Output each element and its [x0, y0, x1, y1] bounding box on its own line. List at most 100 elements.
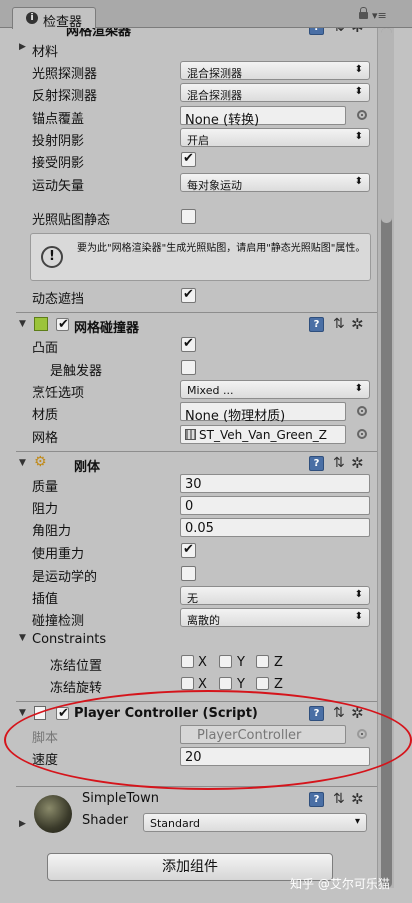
reflection-probes-dropdown[interactable]: 混合探测器 ⬍ — [180, 83, 370, 102]
dynamic-occluded-checkbox[interactable] — [181, 287, 196, 303]
foldout-arrow-icon[interactable]: ▶ — [19, 819, 26, 829]
anchor-override-field[interactable]: None (转换) — [180, 106, 346, 128]
receive-shadows-checkbox[interactable] — [181, 151, 196, 167]
mesh-value: ST_Veh_Van_Green_Z — [199, 428, 328, 442]
angular-drag-label: 角阻力 — [32, 524, 72, 539]
freeze-rotation-row: 冻结旋转 X Y Z — [16, 674, 377, 696]
gear-icon[interactable]: ✲ — [351, 790, 364, 808]
speed-input[interactable]: 20 — [180, 747, 370, 766]
reflection-probes-value: 混合探测器 — [187, 89, 242, 102]
help-icon[interactable]: ? — [309, 706, 324, 721]
is-trigger-checkbox[interactable] — [181, 360, 196, 375]
anchor-override-row: 锚点覆盖 None (转换) — [16, 105, 377, 128]
foldout-arrow-icon: ▼ — [19, 319, 26, 329]
freeze-position-x-checkbox[interactable] — [181, 655, 194, 668]
tab-inspector[interactable]: i 检查器 — [12, 7, 96, 30]
preset-icon[interactable]: ⇅ — [333, 791, 345, 807]
use-gravity-row: 使用重力 — [16, 540, 377, 562]
shader-value: Standard — [150, 817, 201, 830]
cast-shadows-value: 开启 — [187, 134, 209, 147]
scrollbar-track[interactable] — [381, 28, 392, 223]
help-icon[interactable]: ? — [309, 28, 324, 35]
collision-detection-dropdown[interactable]: 离散的 ⬍ — [180, 608, 370, 627]
gear-icon[interactable]: ✲ — [351, 454, 364, 472]
mesh-asset-icon — [185, 429, 196, 440]
motion-vectors-row: 运动矢量 每对象运动 ⬍ — [16, 172, 377, 194]
interpolate-row: 插值 无 ⬍ — [16, 585, 377, 607]
light-probes-dropdown[interactable]: 混合探测器 ⬍ — [180, 61, 370, 80]
script-field: PlayerController — [180, 725, 346, 744]
reflection-probes-label: 反射探测器 — [32, 89, 98, 104]
vertical-scrollbar[interactable] — [377, 28, 394, 888]
script-icon — [34, 706, 46, 720]
constraints-foldout[interactable]: ▼ Constraints — [16, 629, 377, 651]
motion-vectors-dropdown[interactable]: 每对象运动 ⬍ — [180, 173, 370, 192]
dropdown-arrow-icon: ▾ — [354, 816, 360, 827]
preset-icon[interactable]: ⇅ — [333, 316, 345, 332]
gear-icon[interactable]: ✲ — [351, 704, 364, 722]
anchor-override-value: None (转换) — [185, 113, 260, 128]
gear-icon[interactable]: ✲ — [351, 315, 364, 333]
materials-foldout[interactable]: ▶ 材料 — [16, 38, 377, 60]
script-value: PlayerController — [197, 728, 302, 743]
foldout-arrow-icon: ▶ — [19, 42, 26, 52]
physic-material-field[interactable]: None (物理材质) — [180, 402, 346, 424]
script-label: 脚本 — [32, 731, 59, 746]
shader-label: Shader — [82, 813, 129, 828]
light-probes-value: 混合探测器 — [187, 67, 242, 80]
drag-input[interactable]: 0 — [180, 496, 370, 515]
cast-shadows-dropdown[interactable]: 开启 ⬍ — [180, 128, 370, 147]
help-icon[interactable]: ? — [309, 792, 324, 807]
object-picker-icon[interactable] — [357, 429, 367, 439]
preset-icon[interactable]: ⇅ — [333, 28, 345, 35]
mesh-collider-enabled-checkbox[interactable] — [56, 317, 69, 332]
interpolate-dropdown[interactable]: 无 ⬍ — [180, 586, 370, 605]
dynamic-occluded-row: 动态遮挡 — [16, 285, 377, 307]
preset-icon[interactable]: ⇅ — [333, 455, 345, 471]
dropdown-arrows-icon: ⬍ — [354, 383, 363, 394]
drag-label: 阻力 — [32, 502, 59, 517]
axis-x-label: X — [198, 655, 207, 670]
rigidbody-header[interactable]: ▼ ⚙ 刚体 ? ⇅ ✲ — [16, 451, 377, 475]
angular-drag-input[interactable]: 0.05 — [180, 518, 370, 537]
is-kinematic-checkbox[interactable] — [181, 566, 196, 581]
mass-input[interactable]: 30 — [180, 474, 370, 493]
lightmap-static-checkbox[interactable] — [181, 209, 196, 224]
player-controller-header[interactable]: ▼ Player Controller (Script) ? ⇅ ✲ — [16, 701, 377, 725]
dropdown-arrows-icon: ⬍ — [354, 131, 363, 142]
freeze-rotation-x-checkbox[interactable] — [181, 677, 194, 690]
object-picker-icon[interactable] — [357, 406, 367, 416]
light-probes-row: 光照探测器 混合探测器 ⬍ — [16, 60, 377, 82]
use-gravity-checkbox[interactable] — [181, 542, 196, 558]
freeze-position-z-checkbox[interactable] — [256, 655, 269, 668]
panel-menu-icon[interactable]: ▾≡ — [372, 9, 387, 22]
mass-value: 30 — [185, 477, 202, 492]
player-controller-enabled-checkbox[interactable] — [56, 706, 69, 721]
foldout-arrow-icon: ▼ — [19, 708, 26, 718]
motion-vectors-label: 运动矢量 — [32, 179, 85, 194]
freeze-rotation-z-checkbox[interactable] — [256, 677, 269, 690]
lock-icon[interactable] — [359, 7, 368, 19]
convex-checkbox[interactable] — [181, 336, 196, 352]
preset-icon[interactable]: ⇅ — [333, 705, 345, 721]
help-icon[interactable]: ? — [309, 456, 324, 471]
freeze-rotation-y-checkbox[interactable] — [219, 677, 232, 690]
freeze-rotation-label: 冻结旋转 — [50, 681, 103, 696]
mesh-field[interactable]: ST_Veh_Van_Green_Z — [180, 425, 346, 444]
is-kinematic-row: 是运动学的 — [16, 563, 377, 585]
is-trigger-label: 是触发器 — [50, 364, 103, 379]
object-picker-icon — [357, 729, 367, 739]
help-icon[interactable]: ? — [309, 317, 324, 332]
mesh-collider-header[interactable]: ▼ 网格碰撞器 ? ⇅ ✲ — [16, 312, 377, 336]
speed-value: 20 — [185, 750, 202, 765]
object-picker-icon[interactable] — [357, 110, 367, 120]
gear-icon[interactable]: ✲ — [351, 28, 364, 36]
lightmap-static-label: 光照贴图静态 — [32, 213, 111, 228]
axis-y-label: Y — [237, 655, 245, 670]
freeze-position-y-checkbox[interactable] — [219, 655, 232, 668]
cooking-options-dropdown[interactable]: Mixed ... ⬍ — [180, 380, 370, 399]
mesh-row: 网格 ST_Veh_Van_Green_Z — [16, 424, 377, 446]
lightmap-info-box: ! 要为此"网格渲染器"生成光照贴图，请启用"静态光照贴图"属性。 — [30, 233, 371, 281]
inspector-tab-bar: i 检查器 ▾≡ — [0, 0, 412, 30]
shader-dropdown[interactable]: Standard ▾ — [143, 813, 367, 832]
